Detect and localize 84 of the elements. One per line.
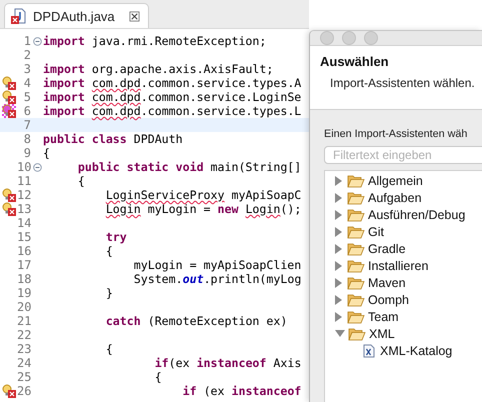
tree-item[interactable]: Ausführen/Debug: [368, 208, 466, 222]
folder-icon: [348, 326, 366, 340]
collapse-icon[interactable]: [32, 36, 42, 46]
tree-item[interactable]: Gradle: [368, 242, 406, 256]
line-number: 24: [17, 356, 31, 370]
code-line: import com.dpd.common.service.types.A: [43, 76, 302, 90]
tree-item[interactable]: Maven: [368, 276, 406, 290]
code-line: {: [104, 342, 113, 356]
tree-item[interactable]: Team: [368, 310, 399, 324]
error-bulb-icon[interactable]: [2, 202, 16, 216]
tree-item[interactable]: Oomph: [368, 292, 409, 306]
collapse-icon[interactable]: [32, 162, 42, 172]
tree-item[interactable]: Allgemein: [368, 174, 423, 188]
line-number: 11: [17, 174, 31, 188]
line-number: 23: [17, 342, 31, 356]
line-number: 22: [17, 328, 31, 342]
folder-icon: [347, 292, 365, 306]
code-line: if (ex instanceof: [182, 384, 302, 398]
line-number: 1: [22, 34, 31, 48]
error-bulb-icon[interactable]: [2, 384, 16, 398]
code-line: try: [104, 230, 127, 244]
tree-item[interactable]: Aufgaben: [368, 190, 422, 204]
line-number: 26: [17, 384, 31, 398]
error-bulb-icon[interactable]: [2, 104, 16, 118]
error-bulb-icon[interactable]: [2, 90, 16, 104]
code-line: System.out.println(myLog: [132, 272, 302, 286]
dialog-heading: Auswählen: [320, 54, 390, 69]
line-number: 3: [22, 62, 31, 76]
folder-icon: [347, 258, 365, 272]
code-line: catch (RemoteException ex): [104, 314, 288, 328]
line-number: 13: [17, 202, 31, 216]
line-number: 16: [17, 244, 31, 258]
tree-item[interactable]: XML-Katalog: [380, 344, 452, 358]
line-number: 17: [17, 258, 31, 272]
filter-field[interactable]: Filtertext eingeben: [324, 146, 482, 164]
code-line: import org.apache.axis.AxisFault;: [43, 62, 274, 76]
folder-icon: [347, 174, 365, 188]
line-number: 8: [22, 132, 31, 146]
line-number: 15: [17, 230, 31, 244]
folder-icon: [347, 242, 365, 256]
code-line: import com.dpd.common.service.LoginSe: [43, 90, 302, 104]
code-line: }: [104, 286, 113, 300]
error-bulb-icon[interactable]: [2, 188, 16, 202]
code-line: Login myLogin = new Login();: [104, 202, 302, 216]
line-number: 14: [17, 216, 31, 230]
folder-icon: [347, 224, 365, 238]
close-icon[interactable]: [128, 10, 140, 22]
code-line: import java.rmi.RemoteException;: [43, 34, 266, 48]
folder-icon: [347, 276, 365, 290]
line-number: 25: [17, 370, 31, 384]
folder-icon: [347, 208, 365, 222]
line-number: 7: [22, 118, 31, 132]
line-number: 6: [22, 104, 31, 118]
code-line: public class DPDAuth: [43, 132, 183, 146]
folder-icon: [347, 190, 365, 204]
editor-tab[interactable]: DPDAuth.java: [4, 3, 149, 28]
line-number: 2: [22, 48, 31, 62]
code-line: import com.dpd.common.service.types.L: [43, 104, 302, 118]
code-line: public static void main(String[]: [76, 160, 302, 174]
java-file-error-icon: [11, 8, 27, 24]
tree-item[interactable]: XML: [369, 326, 395, 340]
error-bulb-icon[interactable]: [2, 76, 16, 90]
line-number: 12: [17, 188, 31, 202]
code-line: {: [43, 146, 50, 160]
code-line: LoginServiceProxy myApiSoapC: [104, 188, 302, 202]
code-line: if(ex instanceof Axis: [154, 356, 302, 370]
line-number: 10: [17, 160, 31, 174]
line-number: 19: [17, 286, 31, 300]
line-number: 4: [22, 76, 31, 90]
dialog-description: Import-Assistenten wählen.: [330, 75, 475, 91]
code-line: {: [76, 174, 85, 188]
xml-file-icon: [363, 344, 375, 358]
line-number: 20: [17, 300, 31, 314]
code-line: {: [104, 244, 113, 258]
tree-item[interactable]: Installieren: [368, 258, 428, 272]
line-number: 9: [22, 146, 31, 160]
folder-icon: [347, 310, 365, 324]
tree-item[interactable]: Git: [368, 224, 384, 238]
line-number: 18: [17, 272, 31, 286]
code-line: myLogin = myApiSoapClien: [132, 258, 302, 272]
line-number: 21: [17, 314, 31, 328]
prompt-label: Einen Import-Assistenten wäh: [324, 127, 468, 141]
line-number: 5: [22, 90, 31, 104]
code-line: {: [154, 370, 162, 384]
